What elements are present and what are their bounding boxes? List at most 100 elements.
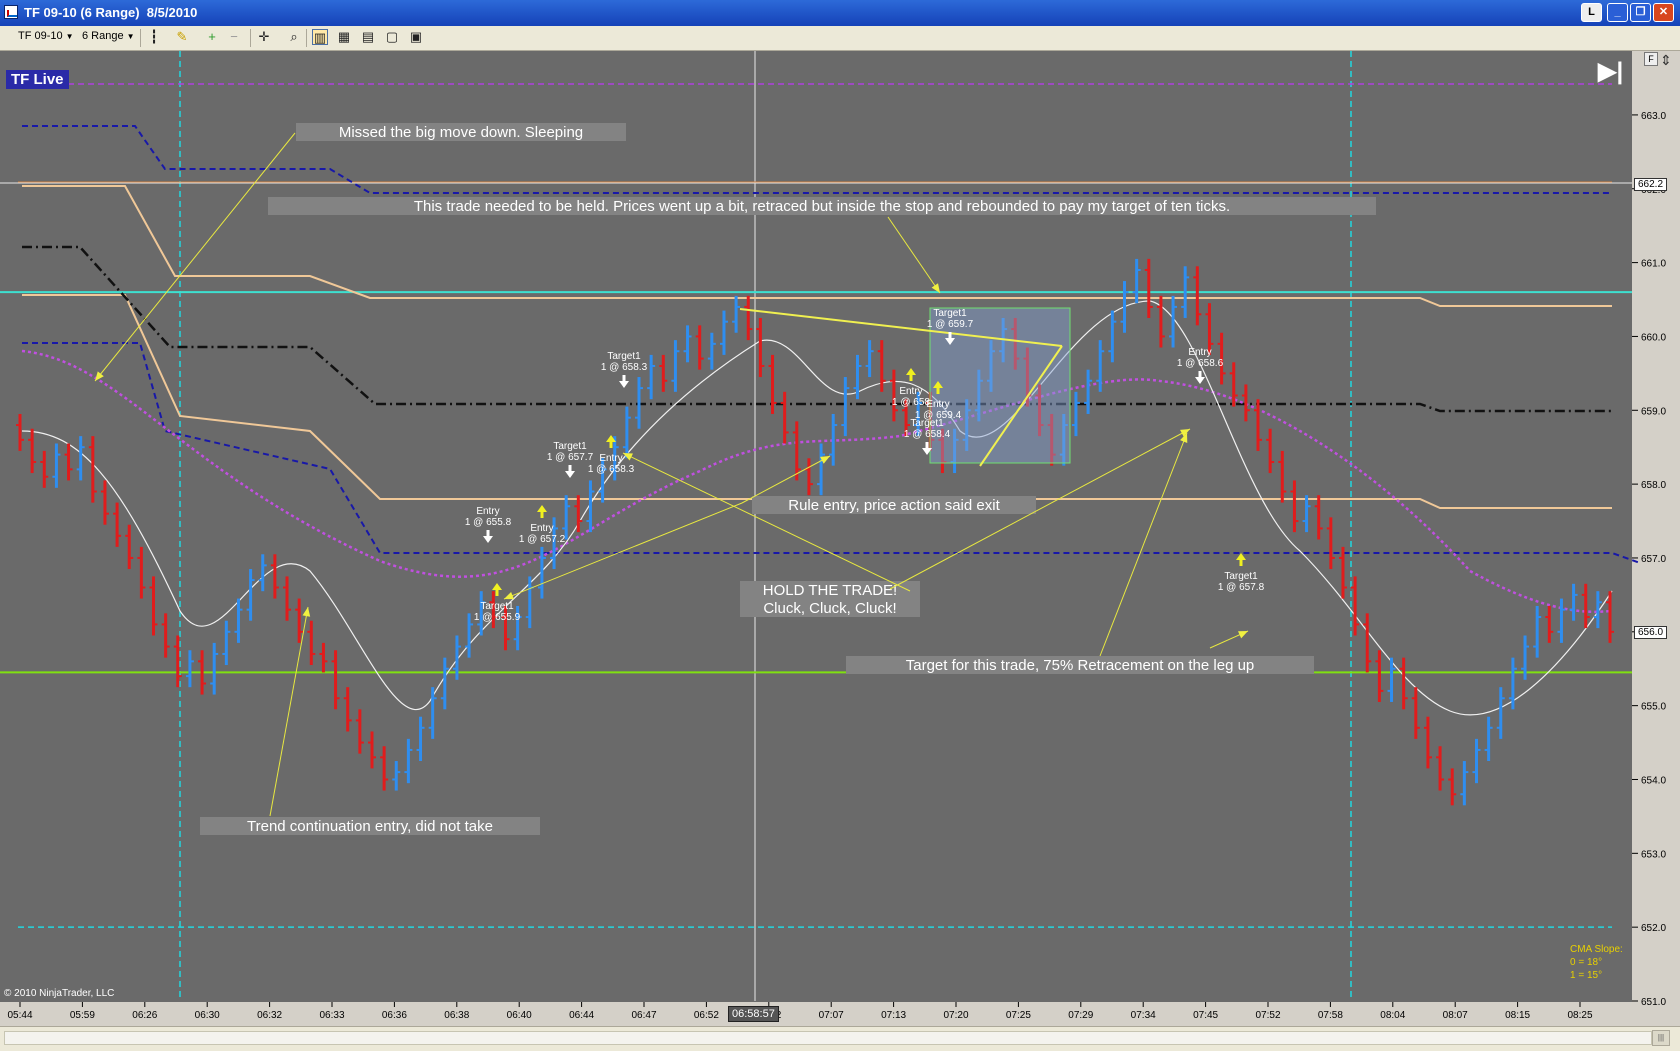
x-tick-label: 07:13 bbox=[881, 1010, 906, 1021]
scroll-to-end-icon[interactable]: ▶| bbox=[1598, 57, 1623, 86]
chart-window: TF 09-10 (6 Range) 8/5/2010 L _ ❐ ✕ TF 0… bbox=[0, 0, 1680, 1051]
x-tick-label: 06:40 bbox=[507, 1010, 532, 1021]
hold-region bbox=[929, 307, 1071, 464]
x-tick-label: 07:45 bbox=[1193, 1010, 1218, 1021]
data-box-icon[interactable]: ▣ bbox=[408, 29, 424, 45]
instrument-selector[interactable]: TF 09-10 ▼ bbox=[18, 30, 74, 42]
zoom-in-icon[interactable]: + bbox=[204, 29, 220, 45]
window-title: TF 09-10 (6 Range) 8/5/2010 bbox=[24, 5, 198, 20]
y-tick-label: 661.0 bbox=[1641, 259, 1666, 270]
x-tick-label: 08:25 bbox=[1567, 1010, 1592, 1021]
panel-collapse-icon[interactable]: ⇕ bbox=[1660, 52, 1672, 69]
x-tick-label: 06:47 bbox=[631, 1010, 656, 1021]
period-selector[interactable]: 6 Range ▼ bbox=[82, 30, 135, 42]
x-tick-label: 07:58 bbox=[1318, 1010, 1343, 1021]
trade-marker-price: 1 @ 657.8 bbox=[1218, 582, 1265, 593]
x-tick-label: 07:07 bbox=[819, 1010, 844, 1021]
trade-marker-price: 1 @ 657.7 bbox=[547, 452, 594, 463]
trade-marker-price: 1 @ 657.2 bbox=[519, 534, 566, 545]
y-tick-label: 663.0 bbox=[1641, 111, 1666, 122]
magnifier-icon[interactable]: ⌕ bbox=[286, 29, 302, 45]
live-badge: TF Live bbox=[6, 70, 69, 89]
scroll-bar-area: ||| bbox=[0, 1026, 1680, 1051]
copyright-text: © 2010 NinjaTrader, LLC bbox=[4, 988, 115, 999]
minimize-button[interactable]: _ bbox=[1607, 3, 1628, 22]
annotation-text: This trade needed to be held. Prices wen… bbox=[414, 198, 1230, 215]
x-tick-label: 07:34 bbox=[1131, 1010, 1156, 1021]
up-arrow-stem bbox=[609, 441, 613, 448]
chart-trader-icon[interactable]: ▥ bbox=[312, 29, 328, 45]
trade-marker-label: Target1 bbox=[607, 351, 641, 362]
trade-marker-label: Entry bbox=[1188, 347, 1211, 358]
x-tick-label: 07:25 bbox=[1006, 1010, 1031, 1021]
chart-area[interactable]: 663.0662.0661.0660.0659.0658.0657.0656.0… bbox=[0, 51, 1680, 1026]
annotation-text: Rule entry, price action said exit bbox=[788, 497, 1000, 514]
y-tick-label: 651.0 bbox=[1641, 997, 1666, 1008]
x-tick-label: 06:30 bbox=[195, 1010, 220, 1021]
annotation-text: HOLD THE TRADE! bbox=[763, 582, 897, 599]
trade-marker-price: 1 @ 658.3 bbox=[588, 464, 635, 475]
panel-float-button[interactable]: F bbox=[1644, 52, 1658, 66]
trade-marker-price: 1 @ 658 bbox=[892, 397, 930, 408]
trade-marker-price: 1 @ 655.9 bbox=[474, 612, 521, 623]
strategies-icon[interactable]: ▦ bbox=[336, 29, 352, 45]
link-button[interactable]: L bbox=[1581, 3, 1602, 22]
annotation-text: Trend continuation entry, did not take bbox=[247, 818, 493, 835]
up-arrow-stem bbox=[540, 511, 544, 518]
trade-marker-price: 1 @ 655.8 bbox=[465, 517, 512, 528]
trade-marker-label: Entry bbox=[476, 506, 499, 517]
annotation-text: Missed the big move down. Sleeping bbox=[339, 124, 583, 141]
trade-marker-label: Entry bbox=[926, 399, 949, 410]
bar-type-icon[interactable]: ┇ bbox=[146, 29, 162, 45]
last-price-label: 656.0 bbox=[1634, 626, 1668, 639]
down-arrow-stem bbox=[622, 375, 626, 382]
crosshair-icon[interactable]: ✛ bbox=[256, 29, 272, 45]
x-tick-label: 08:04 bbox=[1380, 1010, 1405, 1021]
x-tick-label: 06:52 bbox=[694, 1010, 719, 1021]
horizontal-scrollbar[interactable] bbox=[4, 1031, 1652, 1045]
x-tick-label: 06:33 bbox=[319, 1010, 344, 1021]
y-tick-label: 653.0 bbox=[1641, 849, 1666, 860]
app-icon bbox=[4, 5, 18, 19]
trade-marker-price: 1 @ 659.7 bbox=[927, 319, 974, 330]
pencil-icon[interactable]: ✎ bbox=[174, 29, 190, 45]
scroll-thumb[interactable]: ||| bbox=[1652, 1030, 1670, 1046]
price-chart[interactable]: 663.0662.0661.0660.0659.0658.0657.0656.0… bbox=[0, 51, 1680, 1026]
x-tick-label: 07:52 bbox=[1255, 1010, 1280, 1021]
y-tick-label: 657.0 bbox=[1641, 554, 1666, 565]
close-button[interactable]: ✕ bbox=[1653, 3, 1674, 22]
title-bar[interactable]: TF 09-10 (6 Range) 8/5/2010 L _ ❐ ✕ bbox=[0, 0, 1680, 26]
chart-toolbar: TF 09-10 ▼ 6 Range ▼ ┇ ✎ + − ✛ ⌕ ▥ ▦ ▤ ▢ ▣ bbox=[0, 26, 1680, 51]
up-arrow-stem bbox=[1239, 559, 1243, 566]
trade-marker-label: Entry bbox=[530, 523, 553, 534]
trade-marker-label: Target1 bbox=[480, 601, 514, 612]
trade-marker-price: 1 @ 658.3 bbox=[601, 362, 648, 373]
down-arrow-stem bbox=[486, 530, 490, 537]
x-tick-label: 06:26 bbox=[132, 1010, 157, 1021]
trade-marker-label: Entry bbox=[599, 453, 622, 464]
x-tick-label: 06:36 bbox=[382, 1010, 407, 1021]
annotation-text: Cluck, Cluck, Cluck! bbox=[763, 600, 896, 617]
properties-icon[interactable]: ▢ bbox=[384, 29, 400, 45]
x-tick-label: 08:15 bbox=[1505, 1010, 1530, 1021]
trade-marker-label: Target1 bbox=[910, 418, 944, 429]
x-tick-label: 06:38 bbox=[444, 1010, 469, 1021]
crosshair-price-label: 662.2 bbox=[1634, 178, 1668, 191]
y-tick-label: 658.0 bbox=[1641, 480, 1666, 491]
y-tick-label: 659.0 bbox=[1641, 406, 1666, 417]
y-tick-label: 660.0 bbox=[1641, 332, 1666, 343]
x-tick-label: 06:44 bbox=[569, 1010, 594, 1021]
price-axis[interactable] bbox=[1632, 51, 1680, 1026]
y-tick-label: 655.0 bbox=[1641, 702, 1666, 713]
crosshair-time-label: 06:58:57 bbox=[728, 1006, 779, 1022]
trade-marker-label: Entry bbox=[899, 386, 922, 397]
indicators-icon[interactable]: ▤ bbox=[360, 29, 376, 45]
annotation-text: Target for this trade, 75% Retracement o… bbox=[906, 657, 1255, 674]
x-tick-label: 08:07 bbox=[1443, 1010, 1468, 1021]
restore-button[interactable]: ❐ bbox=[1630, 3, 1651, 22]
x-tick-label: 05:59 bbox=[70, 1010, 95, 1021]
up-arrow-stem bbox=[909, 374, 913, 381]
y-tick-label: 652.0 bbox=[1641, 923, 1666, 934]
zoom-out-icon[interactable]: − bbox=[226, 29, 242, 45]
down-arrow-stem bbox=[1198, 371, 1202, 378]
